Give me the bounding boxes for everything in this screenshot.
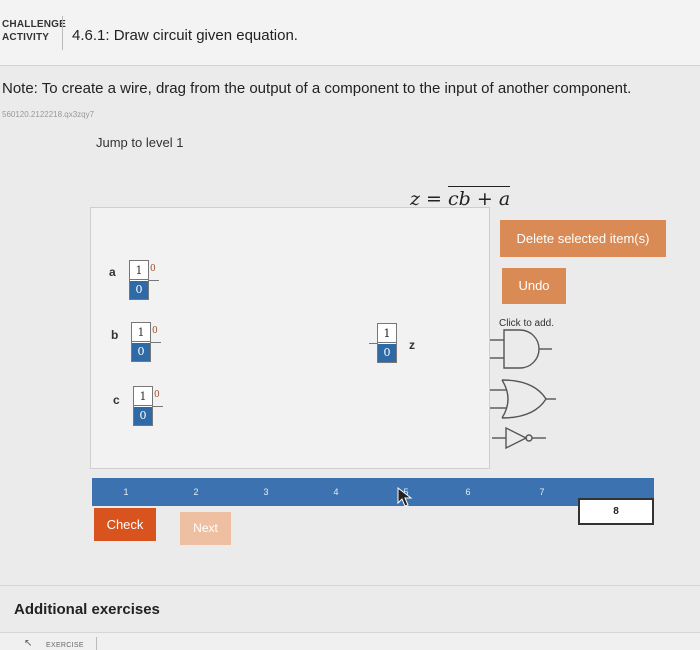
output-port-c[interactable] <box>153 406 163 407</box>
or-gate-icon[interactable] <box>490 379 556 419</box>
output-port-a[interactable] <box>149 280 159 281</box>
level-4[interactable]: 4 <box>326 478 346 506</box>
next-button[interactable]: Next <box>180 512 231 545</box>
switch-bit-one: 1 <box>130 261 148 280</box>
input-label-b: b <box>111 328 119 342</box>
output-label-z: z <box>409 338 415 352</box>
section-divider <box>0 585 700 586</box>
input-switch-c[interactable]: 1 0 <box>133 386 153 426</box>
switch-bit-zero: 0 <box>130 281 148 299</box>
switch-output-value-a: 0 <box>150 264 156 274</box>
undo-button[interactable]: Undo <box>502 268 566 304</box>
delete-selected-button[interactable]: Delete selected item(s) <box>500 220 666 257</box>
input-switch-b[interactable]: 1 0 <box>131 322 151 362</box>
switch-bit-one: 1 <box>132 323 150 342</box>
activity-text: ACTIVITY <box>2 32 50 43</box>
instruction-note: Note: To create a wire, drag from the ou… <box>2 80 632 97</box>
not-gate-icon[interactable] <box>492 426 546 450</box>
output-bit-one: 1 <box>378 324 396 343</box>
activity-code: 560120.2122218.qx3zqy7 <box>2 110 95 119</box>
switch-output-value-b: 0 <box>152 326 158 336</box>
switch-bit-one: 1 <box>134 387 152 406</box>
and-gate-icon[interactable] <box>490 329 552 369</box>
header-divider <box>62 16 63 50</box>
level-3[interactable]: 3 <box>256 478 276 506</box>
exercise-tab[interactable]: EXERCISE <box>46 642 84 649</box>
mouse-cursor-icon <box>397 487 413 507</box>
output-display-z: 1 0 <box>377 323 397 363</box>
level-8[interactable]: 8 <box>578 498 654 525</box>
switch-bit-zero: 0 <box>132 343 150 361</box>
activity-header: CHALLENGE ACTIVITY 4.6.1: Draw circuit g… <box>0 0 700 66</box>
output-bit-zero: 0 <box>378 344 396 362</box>
check-button[interactable]: Check <box>94 508 156 541</box>
gate-palette <box>490 329 556 450</box>
switch-bit-zero: 0 <box>134 407 152 425</box>
output-port-b[interactable] <box>151 342 161 343</box>
level-7[interactable]: 7 <box>532 478 552 506</box>
expand-arrow-icon[interactable]: ↖ <box>24 638 32 649</box>
input-label-a: a <box>109 265 116 279</box>
exercise-divider <box>96 637 97 650</box>
challenge-activity-label: CHALLENGE ACTIVITY <box>2 18 66 44</box>
level-6[interactable]: 6 <box>458 478 478 506</box>
level-2[interactable]: 2 <box>186 478 206 506</box>
exercise-strip <box>0 632 700 650</box>
circuit-canvas[interactable]: a 1 0 0 b 1 0 0 c 1 0 0 1 0 z <box>90 207 490 469</box>
level-1[interactable]: 1 <box>116 478 136 506</box>
input-label-c: c <box>113 393 120 407</box>
switch-output-value-c: 0 <box>154 390 160 400</box>
activity-title: 4.6.1: Draw circuit given equation. <box>72 27 298 44</box>
input-switch-a[interactable]: 1 0 <box>129 260 149 300</box>
additional-exercises-heading: Additional exercises <box>14 601 160 618</box>
challenge-text: CHALLENGE <box>2 19 67 30</box>
level-progress-bar: 1 2 3 4 5 6 7 <box>92 478 654 506</box>
jump-to-level-link[interactable]: Jump to level 1 <box>96 135 183 150</box>
